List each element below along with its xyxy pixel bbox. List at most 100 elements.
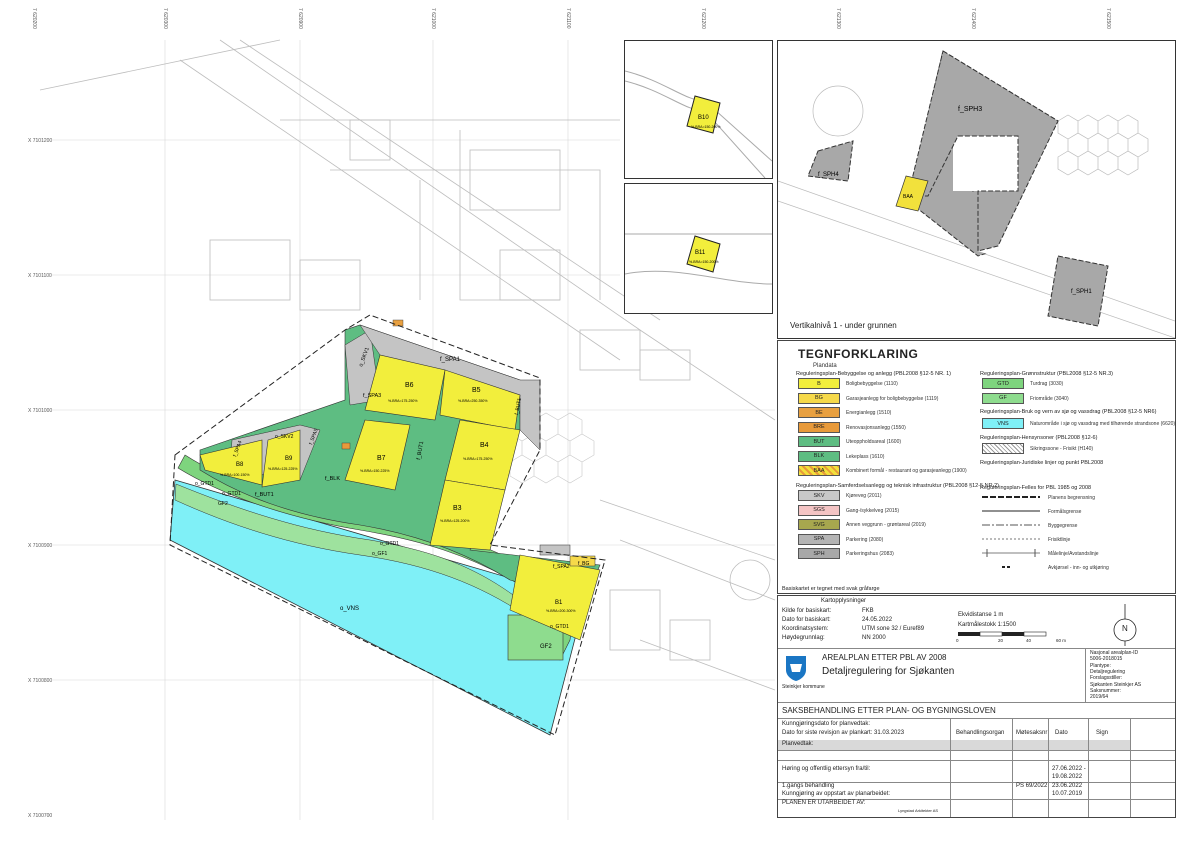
label-b7-sub: %-BRA=150-225% xyxy=(360,469,389,473)
legend-item-label: Friområde (3040) xyxy=(1030,395,1069,402)
legend-title: TEGNFORKLARING xyxy=(798,347,919,361)
scale-tick: 40 xyxy=(1026,638,1032,643)
basis-note: Basiskartet er tegnet med svak gråfarge xyxy=(782,586,880,592)
label-gf2: GF2 xyxy=(218,501,228,507)
horing-date-2: 19.08.2022 xyxy=(1052,774,1083,780)
label-b11: B11 xyxy=(695,250,706,256)
kart-value: 24.05.2022 xyxy=(862,617,893,623)
label-sph4: f_SPH4 xyxy=(818,172,839,178)
north-label: N xyxy=(1122,624,1128,633)
legend-item-label: Boligbebyggelse (1110) xyxy=(846,381,898,387)
legend-sec1: Reguleringsplan-Bebyggelse og anlegg (PB… xyxy=(796,371,952,377)
plan-info-line: 2019/64 xyxy=(1090,694,1109,701)
label-b3-sub: %-BRA=125-200% xyxy=(440,519,469,523)
scale-tick: 0 xyxy=(956,638,959,643)
legend-sec5: Reguleringsplan-Hensynsoner (PBL2008 §12… xyxy=(980,435,1098,441)
title-block: Kartopplysninger Kilde for basiskart: FKB… xyxy=(777,595,1176,818)
be-area xyxy=(392,319,404,327)
col-dato: Dato xyxy=(1055,730,1068,736)
legend-item-label: Parkering (2080) xyxy=(846,536,884,543)
label-b6-sub: %-BRA=175-250% xyxy=(388,399,417,403)
frisikt-swatch xyxy=(982,443,1024,454)
legend-line-label: Frisiktlinje xyxy=(1048,537,1071,543)
legend-swatch: BRE xyxy=(798,421,840,433)
legend-swatch: SVG xyxy=(798,519,840,530)
kart-value: UTM sone 32 / Euref89 xyxy=(862,626,925,632)
legend-swatch: BAA xyxy=(798,465,840,476)
scale-tick: 20 xyxy=(998,638,1004,643)
planvedtak: Planvedtak: xyxy=(782,741,814,747)
line-symbols xyxy=(982,496,1040,568)
legend-swatch: BLK xyxy=(798,450,840,462)
kart-key: Dato for basiskart: xyxy=(782,617,831,623)
label-b8: B8 xyxy=(236,462,244,468)
legend-sec2: Reguleringsplan-Samferdselsanlegg og tek… xyxy=(796,483,999,489)
legend-item-label: Naturområde i sjø og vassdrag med tilhør… xyxy=(1030,421,1176,427)
oppstart-date: 10.07.2019 xyxy=(1052,791,1083,797)
plan-info-line: Nasjonal arealplan-ID xyxy=(1090,650,1139,656)
label-but2: f_BUT1 xyxy=(255,492,274,498)
legend-swatch: SGS xyxy=(798,504,840,516)
kart-title: Kartopplysninger xyxy=(821,598,867,604)
gangs: 1.gangs behandling xyxy=(782,783,835,789)
label-b7: B7 xyxy=(377,455,386,462)
oppstart: Kunngjøring av oppstart av planarbeidet: xyxy=(782,791,891,797)
label-b9: B9 xyxy=(285,456,293,462)
frisikt-label: Sikringssone - Frisikt (H140) xyxy=(1030,446,1094,452)
plan-info-line: Sjøkanten Steinkjer AS xyxy=(1090,681,1142,688)
label-b5: B5 xyxy=(472,387,481,394)
label-sph3: f_SPH3 xyxy=(958,106,982,113)
legend-item-label: Parkeringshus (2083) xyxy=(846,551,894,557)
legend-item-label: Uteoppholdsareal (1600) xyxy=(846,439,902,445)
label-gtd2: o_GTD1 xyxy=(550,624,569,630)
label-spa1: f_SPA1 xyxy=(440,357,461,363)
legend-sec6: Reguleringsplan-Juridiske linjer og punk… xyxy=(980,460,1104,466)
label-skv2: o_SKV2 xyxy=(275,434,294,440)
plan-name: Detaljregulering for Sjøkanten xyxy=(822,666,955,677)
scale-tick: 60 m xyxy=(1056,638,1067,643)
legend-sec4: Reguleringsplan-Bruk og vern av sjø og v… xyxy=(980,409,1157,415)
legend-line-label: Planens begrensning xyxy=(1048,495,1095,501)
horing-date-1: 27.06.2022 - xyxy=(1052,766,1086,772)
legend-line-label: Formålsgrense xyxy=(1048,509,1082,515)
legend-item-label: Turdrag (3030) xyxy=(1030,381,1064,387)
inset-vertical-level: f_SPH3 f_SPH4 BAA f_SPH1 Vertikalnivå 1 … xyxy=(777,40,1176,339)
plan-info-line: Detaljregulering xyxy=(1090,668,1126,675)
municipality: Steinkjer kommune xyxy=(782,684,825,690)
saksbehandling: SAKSBEHANDLING ETTER PLAN- OG BYGNINGSLO… xyxy=(782,706,996,715)
label-sph1: f_SPH1 xyxy=(1071,289,1092,295)
legend-item-label: Lekeplass (1610) xyxy=(846,453,885,460)
kart-key: Høydegrunnlag: xyxy=(782,635,825,641)
legend-item-label: Energianlegg (1510) xyxy=(846,410,892,416)
plan-type-header: AREALPLAN ETTER PBL AV 2008 xyxy=(822,653,947,662)
legend-item-label: Renovasjonsanlegg (1550) xyxy=(846,424,906,431)
legend-swatch: BE xyxy=(798,407,840,418)
label-b4-sub: %-BRA=175-250% xyxy=(463,457,492,461)
label-gtd1b: o_GTD1 xyxy=(222,491,241,497)
ekvidistanse: Ekvidistanse 1 m xyxy=(958,612,1004,618)
legend-item-label: Annen veggrunn - grøntareal (2019) xyxy=(846,522,926,528)
gangs-nr: PS 69/2022 xyxy=(1016,783,1048,789)
kart-value: NN 2000 xyxy=(862,635,886,641)
col-behandlingsorgan: Behandlingsorgan xyxy=(956,730,1005,736)
legend-line-label: Byggegrense xyxy=(1048,523,1078,529)
label-b8-sub: %-BRA=100-150% xyxy=(220,473,249,477)
legend-item-label: Garasjeanlegg for boligbebyggelse (1119) xyxy=(846,395,939,402)
plandata-label: Plandata xyxy=(813,363,837,369)
label-gtd1: o_GTD1 xyxy=(195,481,214,487)
label-b1-sub: %-BRA=200-300% xyxy=(546,609,575,613)
label-baa: BAA xyxy=(903,194,914,200)
kunngjoring: Kunngjøringsdato for planvedtak: xyxy=(782,721,871,727)
architect: Lyngstad Arkitekter AS xyxy=(898,808,939,813)
kart-key: Kilde for basiskart: xyxy=(782,608,832,614)
legend-item-label: Kombinert formål - restaurant og garasje… xyxy=(846,468,967,474)
legend-swatch: BUT xyxy=(798,436,840,447)
kart-key: Koordinatsystem: xyxy=(782,626,829,632)
maalestokk: Kartmålestokk 1:1500 xyxy=(958,622,1017,628)
legend-swatch: BG xyxy=(798,392,840,404)
legend-swatch: B xyxy=(798,378,840,389)
legend-swatch: GTD xyxy=(982,378,1024,389)
legend-item-label: Kjøreveg (2011) xyxy=(846,493,882,499)
label-gf1: o_GF1 xyxy=(372,551,388,557)
label-vns: o_VNS xyxy=(340,606,359,612)
